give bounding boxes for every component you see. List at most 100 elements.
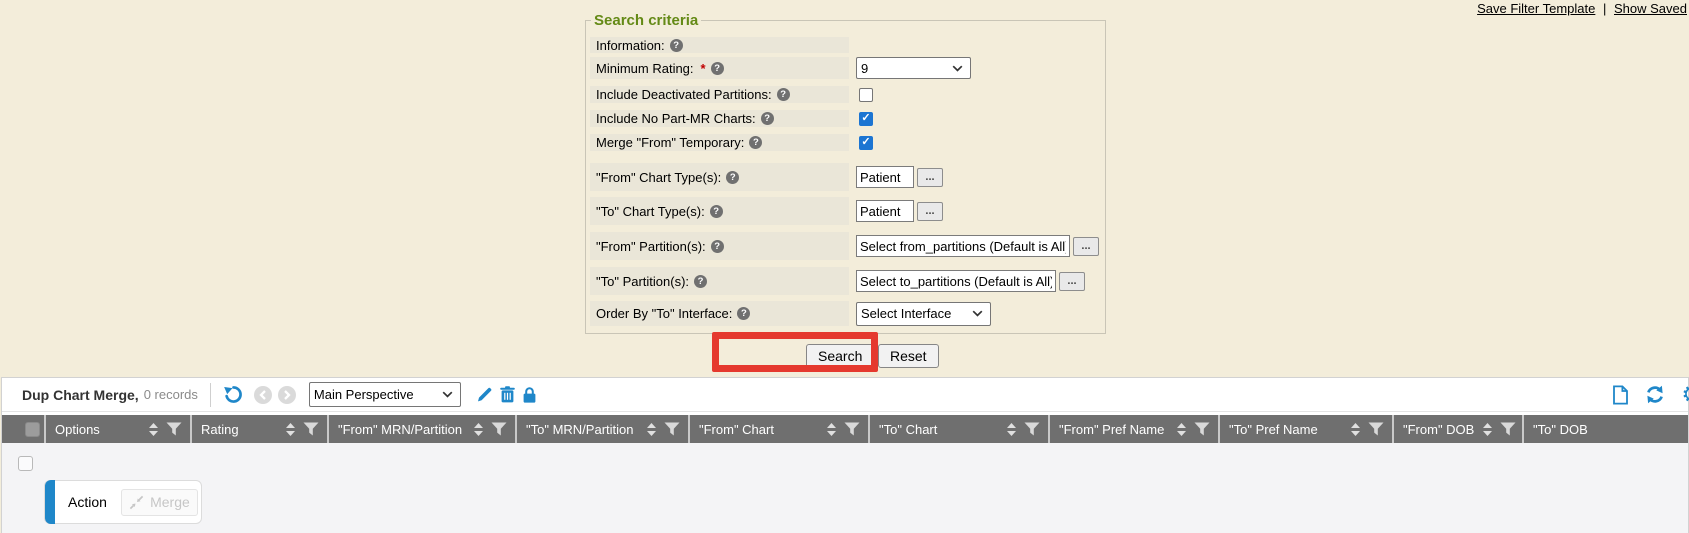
column-label: "From" MRN/Partition	[338, 422, 462, 437]
sort-icon[interactable]	[1006, 423, 1017, 436]
filter-icon[interactable]	[166, 422, 182, 436]
help-icon[interactable]	[726, 171, 739, 184]
merge-from-temporary-checkbox[interactable]	[859, 136, 873, 150]
to-chart-types-input[interactable]	[856, 200, 914, 222]
column-header-from-pref-name[interactable]: "From" Pref Name	[1050, 415, 1218, 443]
minimum-rating-select[interactable]: 9	[856, 57, 971, 79]
column-header-from-dob[interactable]: "From" DOB	[1394, 415, 1522, 443]
help-icon[interactable]	[737, 307, 750, 320]
undo-refresh-icon[interactable]	[223, 384, 244, 405]
include-deactivated-partitions-label: Include Deactivated Partitions:	[596, 87, 772, 102]
include-no-part-mr-charts-row: Include No Part-MR Charts:	[590, 110, 1099, 127]
sort-icon[interactable]	[473, 423, 484, 436]
grid-header-row: Options Rating "From" MRN/Partition	[2, 415, 1688, 443]
grid-title: Dup Chart Merge,	[22, 387, 139, 403]
from-chart-types-row: "From" Chart Type(s): ...	[590, 163, 1099, 191]
new-document-icon[interactable]	[1612, 385, 1629, 405]
help-icon[interactable]	[777, 88, 790, 101]
previous-page-icon[interactable]	[254, 386, 272, 404]
from-chart-types-picker-button[interactable]: ...	[917, 168, 943, 187]
search-button[interactable]: Search	[806, 344, 874, 368]
filter-icon[interactable]	[1194, 422, 1210, 436]
sort-icon[interactable]	[1176, 423, 1187, 436]
column-label: "From" Chart	[699, 422, 774, 437]
merge-from-temporary-label-cell: Merge "From" Temporary:	[590, 134, 849, 151]
action-panel-label: Action	[68, 494, 107, 510]
filter-icon[interactable]	[1500, 422, 1516, 436]
sort-icon[interactable]	[285, 423, 296, 436]
perspective-select[interactable]: Main Perspective	[309, 382, 461, 407]
column-label: "To" Chart	[879, 422, 937, 437]
order-by-to-interface-select[interactable]: Select Interface	[856, 302, 991, 326]
column-label: "To" Pref Name	[1229, 422, 1318, 437]
help-icon[interactable]	[670, 39, 683, 52]
delete-perspective-trash-icon[interactable]	[500, 386, 515, 403]
filter-icon[interactable]	[1368, 422, 1384, 436]
column-label: "From" Pref Name	[1059, 422, 1164, 437]
next-page-icon[interactable]	[278, 386, 296, 404]
to-partitions-label: "To" Partition(s):	[596, 274, 689, 289]
reset-button[interactable]: Reset	[878, 344, 939, 368]
select-all-header-cell	[2, 415, 44, 443]
to-partitions-picker-button[interactable]: ...	[1059, 272, 1085, 291]
filter-icon[interactable]	[303, 422, 319, 436]
sort-icon[interactable]	[646, 423, 657, 436]
include-deactivated-partitions-row: Include Deactivated Partitions:	[590, 86, 1099, 103]
include-deactivated-partitions-checkbox[interactable]	[859, 88, 873, 102]
help-icon[interactable]	[749, 136, 762, 149]
column-label: "To" DOB	[1533, 422, 1588, 437]
column-header-to-pref-name[interactable]: "To" Pref Name	[1220, 415, 1392, 443]
sort-icon[interactable]	[1350, 423, 1361, 436]
column-header-rating[interactable]: Rating	[192, 415, 327, 443]
from-chart-types-label: "From" Chart Type(s):	[596, 170, 721, 185]
sort-icon[interactable]	[1482, 423, 1493, 436]
column-header-to-dob[interactable]: "To" DOB	[1524, 415, 1688, 443]
from-partitions-picker-button[interactable]: ...	[1073, 237, 1099, 256]
help-icon[interactable]	[761, 112, 774, 125]
select-all-checkbox[interactable]	[25, 422, 40, 437]
to-chart-types-picker-button[interactable]: ...	[917, 202, 943, 221]
filter-icon[interactable]	[664, 422, 680, 436]
lock-perspective-icon[interactable]	[522, 386, 537, 404]
sort-icon[interactable]	[826, 423, 837, 436]
from-partitions-input[interactable]	[856, 235, 1070, 257]
merge-button[interactable]: Merge	[121, 489, 198, 516]
column-header-from-mrn-partition[interactable]: "From" MRN/Partition	[329, 415, 515, 443]
minimum-rating-label-cell: Minimum Rating: *	[590, 57, 849, 79]
search-criteria-legend: Search criteria	[591, 12, 701, 29]
help-icon[interactable]	[710, 205, 723, 218]
help-icon[interactable]	[694, 275, 707, 288]
column-header-to-mrn-partition[interactable]: "To" MRN/Partition	[517, 415, 688, 443]
filter-icon[interactable]	[491, 422, 507, 436]
record-count: 0 records	[144, 387, 198, 402]
results-grid: Dup Chart Merge, 0 records Main Perspect…	[1, 377, 1689, 533]
search-criteria-fieldset: Search criteria Information: Minimum Rat…	[585, 12, 1106, 334]
help-icon[interactable]	[711, 62, 724, 75]
row-checkbox[interactable]	[18, 456, 33, 471]
column-label: "From" DOB	[1403, 422, 1474, 437]
to-chart-types-label: "To" Chart Type(s):	[596, 204, 705, 219]
from-partitions-label: "From" Partition(s):	[596, 239, 706, 254]
column-header-options[interactable]: Options	[46, 415, 190, 443]
save-filter-template-link[interactable]: Save Filter Template	[1477, 1, 1595, 16]
refresh-grid-icon[interactable]	[1645, 385, 1665, 404]
gear-settings-icon[interactable]: ⚙	[1681, 383, 1689, 406]
column-header-to-chart[interactable]: "To" Chart	[870, 415, 1048, 443]
minimum-rating-value: 9	[861, 61, 868, 76]
column-label: "To" MRN/Partition	[526, 422, 633, 437]
column-header-from-chart[interactable]: "From" Chart	[690, 415, 868, 443]
sort-icon[interactable]	[148, 423, 159, 436]
include-no-part-mr-charts-label: Include No Part-MR Charts:	[596, 111, 756, 126]
to-partitions-input[interactable]	[856, 270, 1056, 292]
edit-perspective-pencil-icon[interactable]	[476, 386, 493, 403]
action-panel-accent-bar	[45, 480, 55, 524]
filter-icon[interactable]	[1024, 422, 1040, 436]
help-icon[interactable]	[711, 240, 724, 253]
show-saved-link[interactable]: Show Saved	[1614, 1, 1687, 16]
from-chart-types-input[interactable]	[856, 166, 914, 188]
toolbar-divider	[210, 383, 211, 407]
include-deactivated-partitions-label-cell: Include Deactivated Partitions:	[590, 86, 849, 103]
include-no-part-mr-charts-checkbox[interactable]	[859, 112, 873, 126]
filter-icon[interactable]	[844, 422, 860, 436]
information-label: Information:	[596, 38, 665, 53]
